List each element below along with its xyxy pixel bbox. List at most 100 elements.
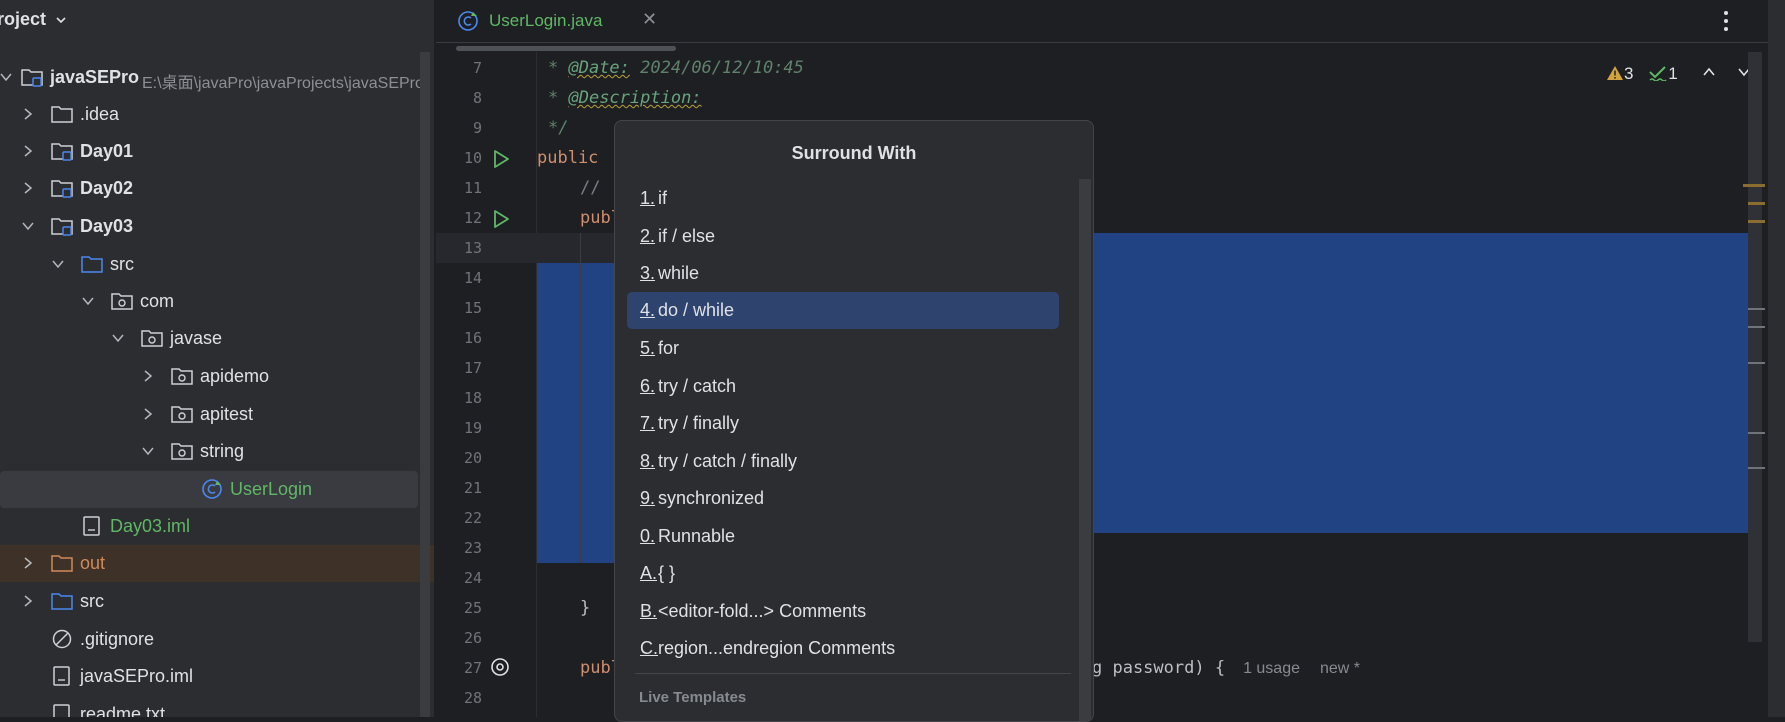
error-stripe-mark[interactable]	[1743, 184, 1765, 187]
chevron-up-icon[interactable]	[1702, 65, 1716, 79]
surround-option-do-while[interactable]: 4. do / while	[627, 292, 1059, 329]
line-number: 28	[463, 689, 482, 707]
surround-option-for[interactable]: 5. for	[627, 330, 1059, 367]
surround-option-braces[interactable]: A.{ }	[627, 555, 1059, 592]
popup-scrollbar[interactable]	[1079, 179, 1091, 721]
tree-item-apitest[interactable]: apitest	[0, 396, 434, 433]
run-gutter-icon[interactable]	[491, 149, 511, 169]
module-folder-icon	[51, 180, 73, 198]
annotation-gutter-icon[interactable]	[490, 657, 510, 677]
tree-item-label: src	[80, 591, 104, 611]
error-stripe-mark[interactable]	[1748, 432, 1765, 434]
error-stripe-mark[interactable]	[1748, 467, 1765, 469]
line-number: 24	[463, 569, 482, 587]
package-icon	[141, 330, 163, 347]
tree-item-label: out	[80, 553, 106, 573]
tree-item-readme[interactable]: readme.txt	[0, 696, 434, 717]
line-number: 15	[463, 299, 482, 317]
option-key: 2.	[640, 226, 656, 246]
tree-item-apidemo[interactable]: apidemo	[0, 358, 434, 395]
popup-title: Surround With	[791, 143, 917, 163]
code-line-10[interactable]: public	[537, 148, 598, 168]
tree-item-string[interactable]: string	[0, 433, 434, 470]
package-icon	[171, 406, 193, 423]
tree-item-src[interactable]: src	[0, 246, 434, 283]
tree-item-src-root[interactable]: src	[0, 583, 434, 620]
line-number: 16	[463, 329, 482, 347]
tree-item-userlogin[interactable]: UserLogin	[0, 471, 418, 508]
code-line-9[interactable]: */	[548, 118, 568, 138]
warning-count: 3	[1624, 64, 1634, 83]
project-panel: roject javaSEPro E:\桌面\javaPro\javaProje…	[0, 0, 434, 717]
option-label: region...endregion Comments	[658, 638, 896, 658]
editor-tab-bar: UserLogin.java ✕	[436, 0, 1785, 51]
option-key: 7.	[640, 413, 656, 433]
more-vertical-icon[interactable]	[1722, 8, 1730, 34]
tree-item-javasepro-iml[interactable]: javaSEPro.iml	[0, 658, 434, 695]
error-stripe-mark[interactable]	[1748, 326, 1765, 328]
editor-scrollbar[interactable]	[1748, 52, 1762, 642]
project-title[interactable]: roject	[0, 9, 66, 30]
code-line-25[interactable]: }	[580, 598, 590, 618]
live-templates-header: Live Templates	[639, 689, 747, 706]
surround-option-editor-fold[interactable]: B. <editor-fold...> Comments	[627, 593, 1059, 630]
surround-with-popup: Surround With 1. if 2. if / else 3. while 4…	[614, 120, 1094, 722]
option-key: B.	[640, 601, 658, 621]
tree-item-day01[interactable]: Day01	[0, 133, 434, 170]
line-number: 8	[472, 89, 482, 107]
tree-item-com[interactable]: com	[0, 283, 434, 320]
author-hint[interactable]: new *	[1320, 660, 1360, 677]
tree-item-gitignore[interactable]: .gitignore	[0, 621, 434, 658]
chevron-down-icon	[52, 260, 64, 269]
chevron-right-icon	[24, 557, 33, 569]
code-line-7[interactable]: * @Date: 2024/06/12/10:45	[548, 58, 804, 78]
tree-item-out[interactable]: out	[0, 545, 434, 582]
inspection-widget[interactable]: 3 1	[1606, 64, 1751, 84]
surround-option-try-finally[interactable]: 7. try / finally	[627, 405, 1059, 442]
project-scrollbar[interactable]	[420, 52, 430, 717]
option-key: 0.	[640, 526, 656, 546]
surround-option-synchronized[interactable]: 9. synchronized	[627, 480, 1059, 517]
tree-item-label: .idea	[80, 104, 120, 124]
option-key: 1.	[640, 188, 656, 208]
tree-item-javase[interactable]: javase	[0, 320, 434, 357]
surround-option-try-catch-finally[interactable]: 8. try / catch / finally	[627, 443, 1059, 480]
code-line-27-rest[interactable]: g password) { 1 usage new *	[1092, 658, 1360, 678]
code-line-8[interactable]: * @Description:	[548, 88, 702, 108]
tree-item-idea[interactable]: .idea	[0, 96, 434, 133]
code-token: g password) {	[1092, 658, 1226, 678]
tree-item-day02[interactable]: Day02	[0, 170, 434, 207]
tree-item-label: javase	[170, 328, 223, 348]
usage-hint[interactable]: 1 usage	[1243, 660, 1300, 677]
java-class-icon	[458, 11, 478, 31]
surround-option-runnable[interactable]: 0. Runnable	[627, 518, 1059, 555]
tree-item-day03[interactable]: Day03	[0, 208, 434, 245]
tree-item-label: string	[200, 441, 245, 461]
chevron-right-icon	[24, 595, 33, 607]
tree-item-day03-iml[interactable]: Day03.iml	[0, 508, 434, 545]
tree-item-label: javaSEPro	[50, 67, 140, 87]
error-stripe-mark[interactable]	[1748, 202, 1765, 205]
surround-option-if[interactable]: 1. if	[627, 180, 1059, 217]
surround-option-if-else[interactable]: 2. if / else	[627, 218, 1059, 255]
project-header[interactable]: roject	[0, 0, 434, 42]
error-stripe-mark[interactable]	[1748, 308, 1765, 310]
option-key: 5.	[640, 338, 656, 358]
error-stripe-mark[interactable]	[1748, 362, 1765, 364]
close-icon[interactable]: ✕	[642, 9, 657, 30]
tree-item-javasepro[interactable]: javaSEPro E:\桌面\javaPro\javaProjects\jav…	[0, 59, 434, 96]
surround-option-try-catch[interactable]: 6. try / catch	[627, 368, 1059, 405]
error-stripe-mark[interactable]	[1748, 220, 1765, 223]
run-gutter-icon[interactable]	[491, 209, 511, 229]
line-number: 13	[463, 239, 482, 257]
surround-option-while[interactable]: 3. while	[627, 255, 1059, 292]
tree-item-label: Day01	[80, 141, 134, 161]
surround-option-region[interactable]: C. region...endregion Comments	[627, 630, 1059, 667]
tree-item-label: UserLogin	[230, 479, 313, 499]
code-line-11[interactable]: //	[580, 178, 600, 198]
line-number: 18	[463, 389, 482, 407]
project-title-label: roject	[0, 9, 47, 29]
package-icon	[171, 368, 193, 385]
module-folder-icon	[51, 143, 73, 161]
typo-check-icon	[1649, 66, 1667, 82]
